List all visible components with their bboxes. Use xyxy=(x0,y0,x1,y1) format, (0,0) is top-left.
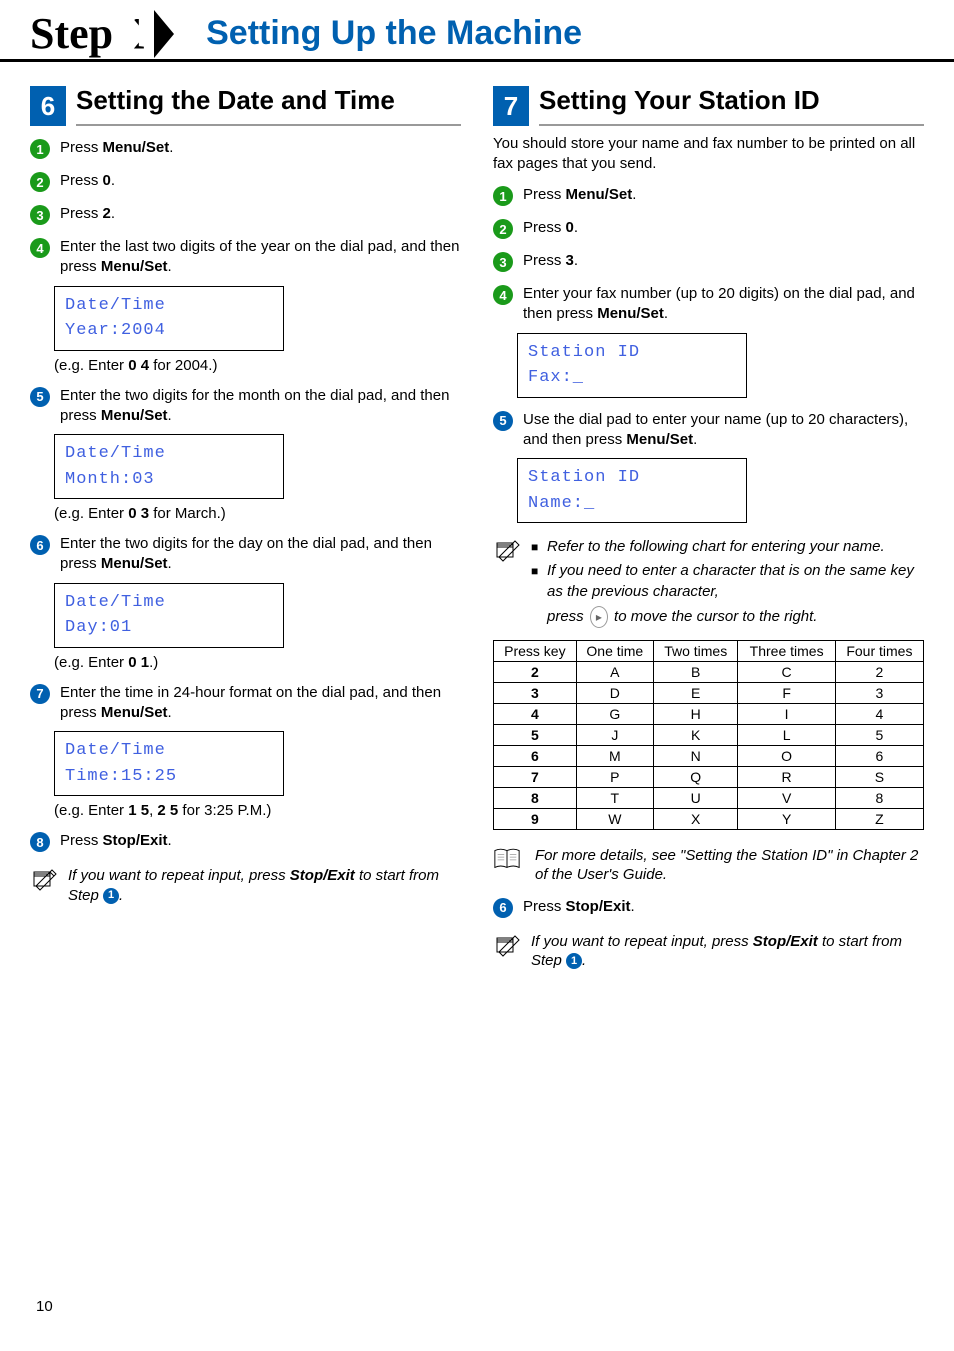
step-7-4: 4 Enter your fax number (up to 20 digits… xyxy=(493,284,924,325)
step-badge: 4 xyxy=(30,238,50,258)
lcd-display: Date/Time Day:01 xyxy=(54,583,284,648)
lcd-display: Date/Time Month:03 xyxy=(54,434,284,499)
section-6-title: Setting the Date and Time xyxy=(76,86,461,115)
example-text: (e.g. Enter 0 1.) xyxy=(54,654,461,671)
step-1-ref-icon: 1 xyxy=(566,953,582,969)
example-text: (e.g. Enter 1 5, 2 5 for 3:25 P.M.) xyxy=(54,802,461,819)
cursor-right-icon: ▸ xyxy=(590,606,608,628)
step-badge: 6 xyxy=(493,898,513,918)
step-6-6: 6 Enter the two digits for the day on th… xyxy=(30,534,461,575)
lcd-display: Station ID Fax:_ xyxy=(517,333,747,398)
step-6-1: 1 Press Menu/Set. xyxy=(30,138,461,159)
step-badge: 5 xyxy=(493,411,513,431)
table-row: 6MNO6 xyxy=(494,745,924,766)
step-badge: 3 xyxy=(30,205,50,225)
section-7-intro: You should store your name and fax numbe… xyxy=(493,134,924,173)
step-6-8: 8 Press Stop/Exit. xyxy=(30,831,461,852)
note-icon xyxy=(30,866,58,899)
page-header: Step 1 Setting Up the Machine xyxy=(0,0,954,62)
step-6-7: 7 Enter the time in 24-hour format on th… xyxy=(30,683,461,724)
page-number: 10 xyxy=(36,1298,53,1315)
table-row: 7PQRS xyxy=(494,766,924,787)
note-row: If you want to repeat input, press Stop/… xyxy=(493,932,924,971)
right-column: 7 Setting Your Station ID You should sto… xyxy=(493,86,924,971)
step-7-2: 2 Press 0. xyxy=(493,218,924,239)
step-badge: 7 xyxy=(30,684,50,704)
lcd-display: Station ID Name:_ xyxy=(517,458,747,523)
step-6-4: 4 Enter the last two digits of the year … xyxy=(30,237,461,278)
step-badge: 3 xyxy=(493,252,513,272)
note-row: Refer to the following chart for enterin… xyxy=(493,537,924,632)
step-7-5: 5 Use the dial pad to enter your name (u… xyxy=(493,410,924,451)
table-row: 3DEF3 xyxy=(494,682,924,703)
lcd-display: Date/Time Time:15:25 xyxy=(54,731,284,796)
step-badge: 1 xyxy=(493,186,513,206)
section-7-title: Setting Your Station ID xyxy=(539,86,924,115)
step-7-6: 6 Press Stop/Exit. xyxy=(493,897,924,918)
step-7-3: 3 Press 3. xyxy=(493,251,924,272)
step-6-2: 2 Press 0. xyxy=(30,171,461,192)
content-area: 6 Setting the Date and Time 1 Press Menu… xyxy=(0,62,954,971)
step-1-ref-icon: 1 xyxy=(103,888,119,904)
character-entry-chart: Press key One time Two times Three times… xyxy=(493,640,924,830)
step-badge: 2 xyxy=(493,219,513,239)
step-badge: 6 xyxy=(30,535,50,555)
table-row: 2ABC2 xyxy=(494,661,924,682)
left-column: 6 Setting the Date and Time 1 Press Menu… xyxy=(30,86,461,971)
note-icon xyxy=(493,537,521,570)
step-6-5: 5 Enter the two digits for the month on … xyxy=(30,386,461,427)
step-badge: 4 xyxy=(493,285,513,305)
reference-row: For more details, see "Setting the Stati… xyxy=(493,846,924,885)
section-number-6: 6 xyxy=(30,86,66,126)
note-row: If you want to repeat input, press Stop/… xyxy=(30,866,461,905)
book-icon xyxy=(493,846,521,877)
note-list: Refer to the following chart for enterin… xyxy=(531,537,924,628)
page-title: Setting Up the Machine xyxy=(174,14,582,53)
table-row: 5JKL5 xyxy=(494,724,924,745)
step-7-1: 1 Press Menu/Set. xyxy=(493,185,924,206)
step-badge: 5 xyxy=(30,387,50,407)
note-icon xyxy=(493,932,521,965)
lcd-display: Date/Time Year:2004 xyxy=(54,286,284,351)
chevron-right-icon xyxy=(154,10,174,58)
step-badge: 1 xyxy=(30,139,50,159)
section-7-head: 7 Setting Your Station ID xyxy=(493,86,924,126)
step-6-3: 3 Press 2. xyxy=(30,204,461,225)
step-badge: 8 xyxy=(30,832,50,852)
table-row: 4GHI4 xyxy=(494,703,924,724)
table-row: 8TUV8 xyxy=(494,787,924,808)
section-number-7: 7 xyxy=(493,86,529,126)
step-badge: 2 xyxy=(30,172,50,192)
section-6-head: 6 Setting the Date and Time xyxy=(30,86,461,126)
example-text: (e.g. Enter 0 4 for 2004.) xyxy=(54,357,461,374)
example-text: (e.g. Enter 0 3 for March.) xyxy=(54,505,461,522)
table-row: 9WXYZ xyxy=(494,808,924,829)
